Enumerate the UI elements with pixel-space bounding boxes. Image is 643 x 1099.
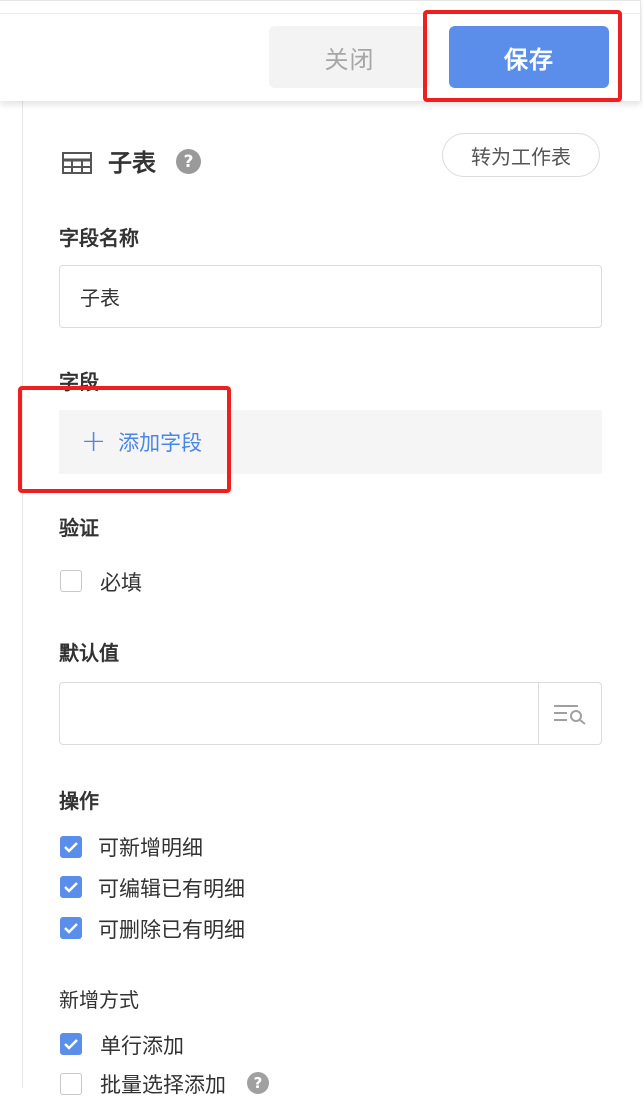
toolbar-divider [0, 13, 640, 14]
field-name-label: 字段名称 [59, 226, 139, 250]
batch-select-add-checkbox[interactable] [60, 1073, 82, 1095]
help-icon[interactable]: ? [176, 149, 201, 174]
allow-add-checkbox[interactable] [60, 836, 82, 858]
field-name-input[interactable]: 子表 [59, 265, 602, 328]
panel-title: 子表 [108, 149, 156, 177]
save-button[interactable]: 保存 [449, 26, 609, 88]
single-row-add-label: 单行添加 [100, 1034, 184, 1058]
allow-edit-checkbox[interactable] [60, 876, 82, 898]
required-label: 必填 [100, 571, 142, 595]
plus-icon: + [81, 424, 107, 459]
default-input-divider [538, 683, 539, 744]
fields-label: 字段 [59, 370, 99, 394]
batch-add-help-icon[interactable]: ? [247, 1072, 269, 1094]
check-icon [64, 882, 78, 893]
check-icon [64, 842, 78, 853]
add-field-button[interactable]: + 添加字段 [59, 410, 602, 474]
list-search-icon[interactable] [553, 703, 587, 725]
allow-add-label: 可新增明细 [98, 836, 203, 860]
top-toolbar: 关闭 保存 [0, 0, 641, 101]
allow-delete-label: 可删除已有明细 [98, 918, 245, 942]
table-grid-icon [62, 152, 92, 174]
single-row-add-checkbox[interactable] [60, 1033, 82, 1055]
allow-delete-checkbox[interactable] [60, 917, 82, 939]
close-button[interactable]: 关闭 [269, 26, 430, 88]
required-checkbox[interactable] [60, 570, 82, 592]
allow-edit-label: 可编辑已有明细 [98, 877, 245, 901]
add-mode-label: 新增方式 [59, 988, 139, 1012]
convert-to-worksheet-button[interactable]: 转为工作表 [442, 133, 600, 177]
default-value-input[interactable] [59, 682, 602, 745]
operations-label: 操作 [59, 789, 99, 813]
default-value-label: 默认值 [59, 641, 119, 665]
batch-select-add-label: 批量选择添加 [100, 1073, 226, 1097]
add-field-label: 添加字段 [118, 431, 203, 455]
validation-label: 验证 [59, 516, 99, 540]
check-icon [64, 1039, 78, 1050]
check-icon [64, 923, 78, 934]
